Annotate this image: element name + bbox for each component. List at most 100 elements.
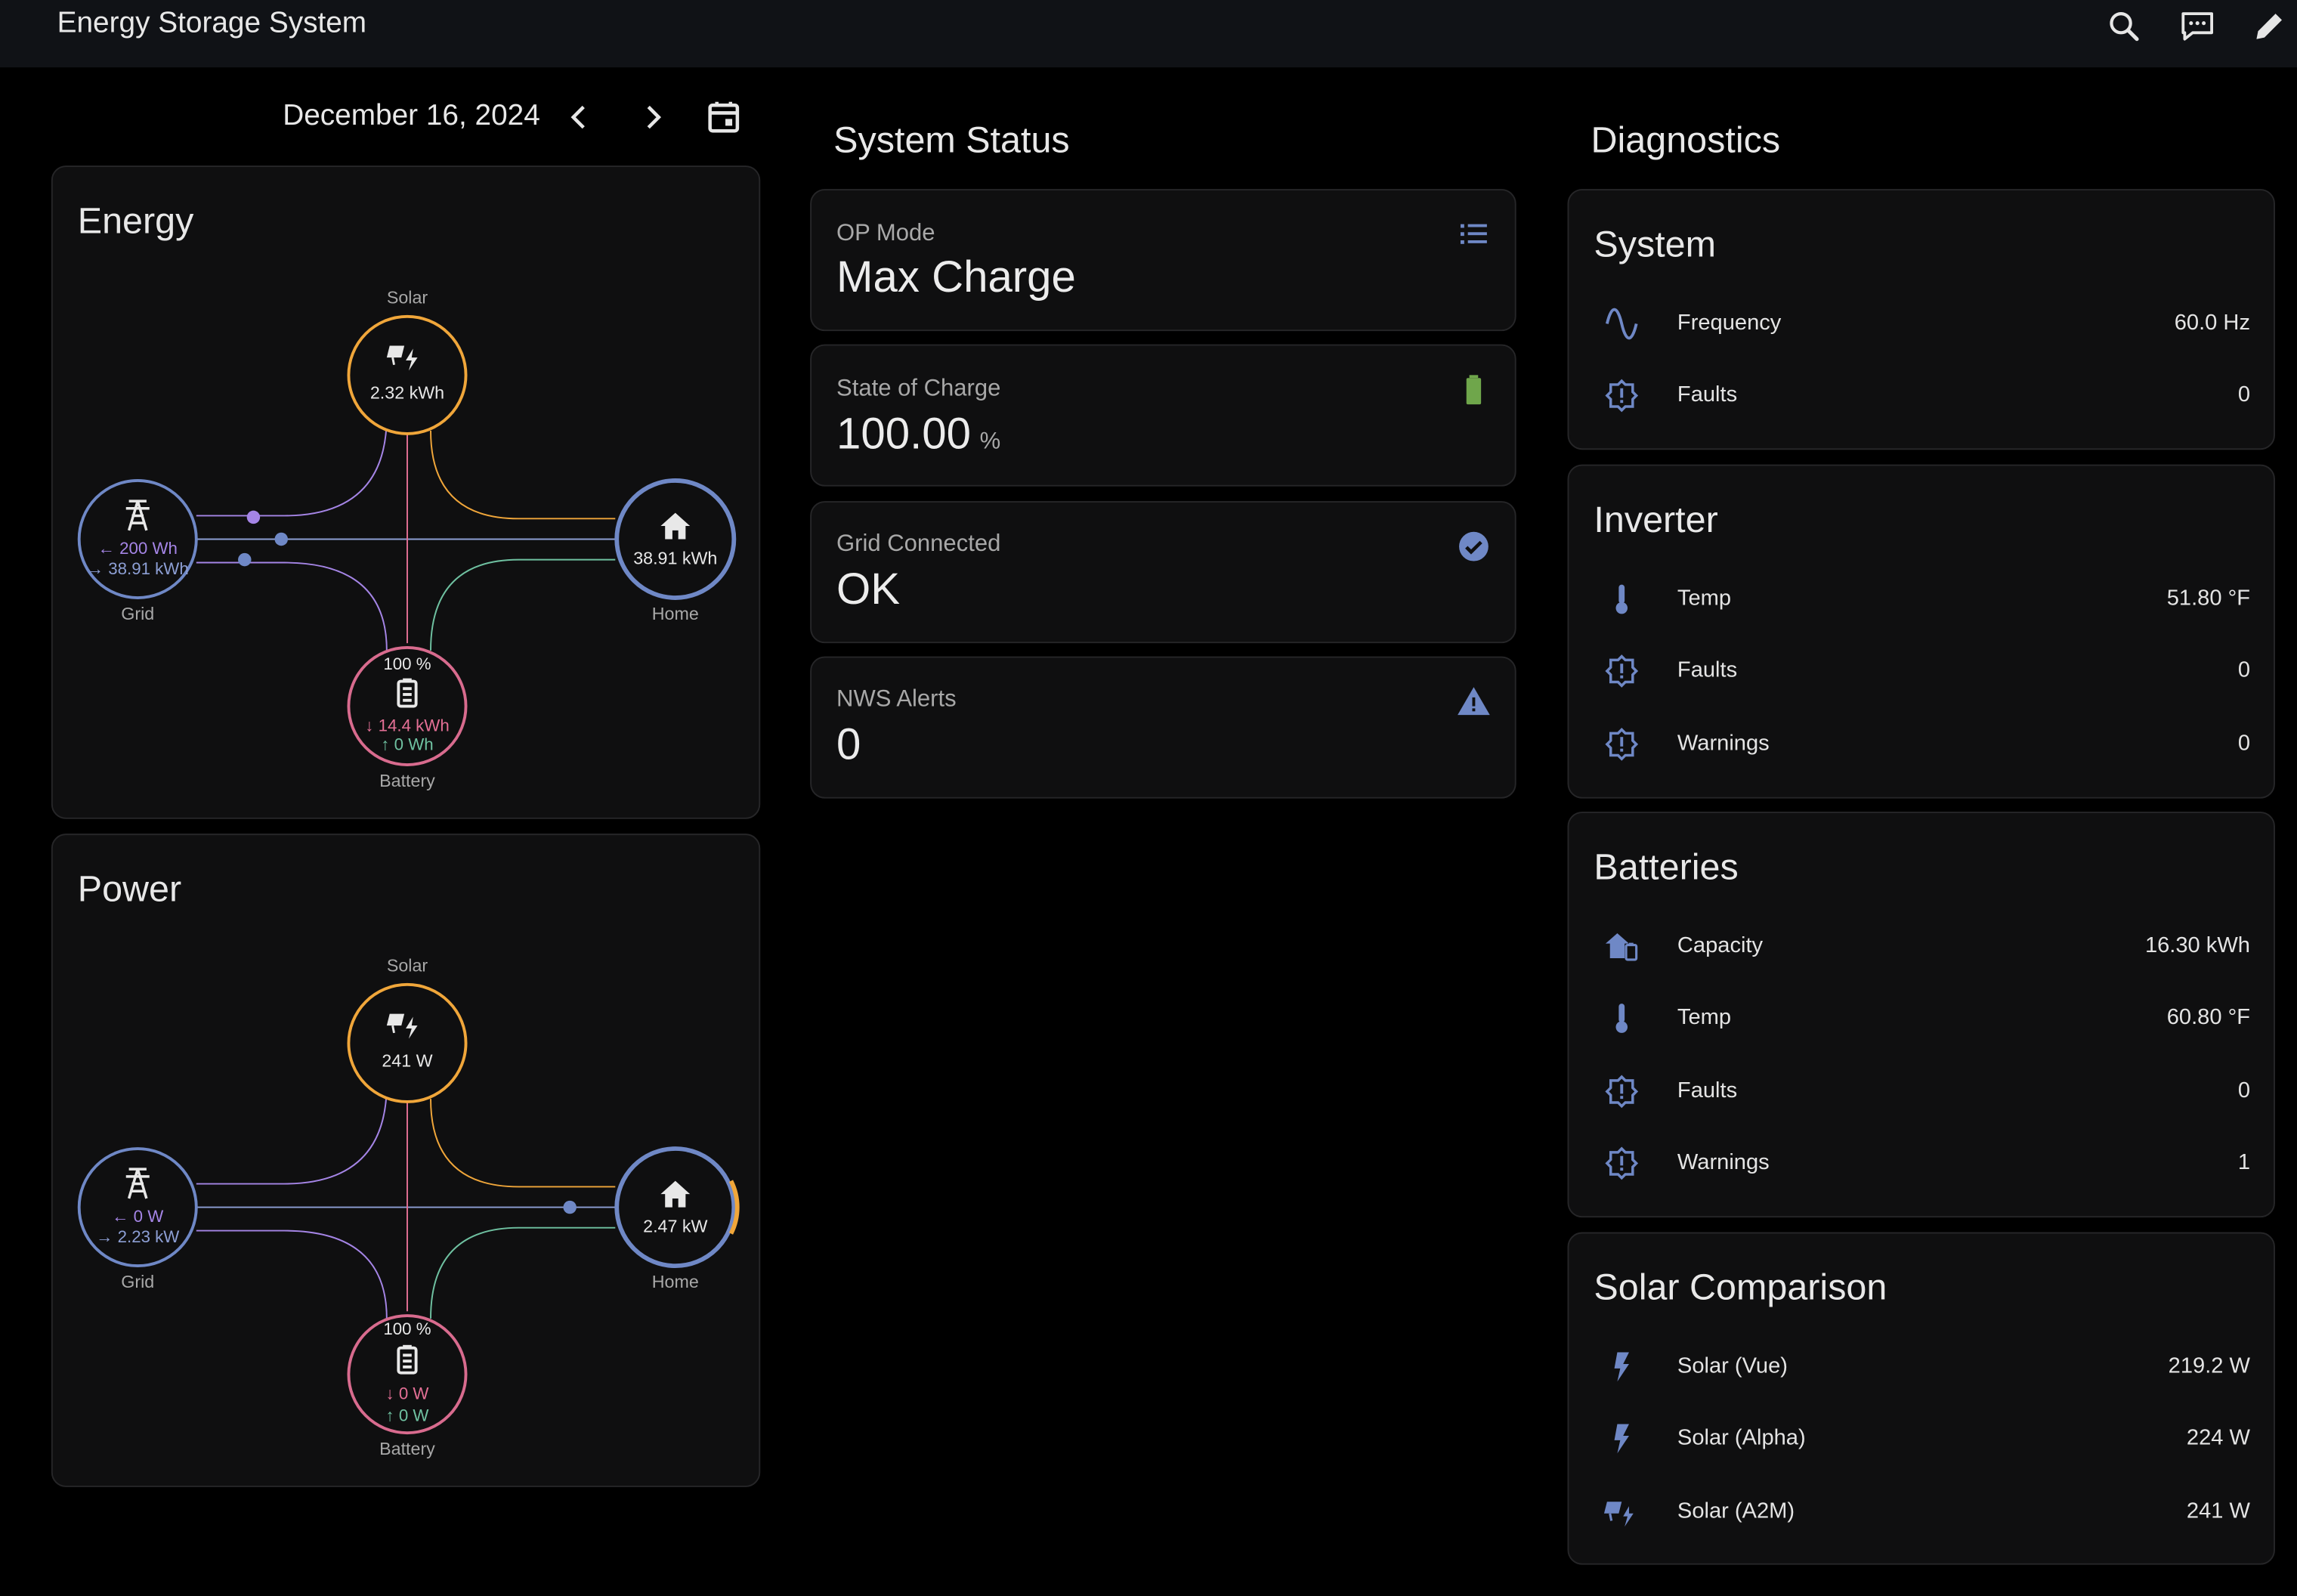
assist-chat-icon[interactable]: [2178, 8, 2216, 45]
solar-vue-row[interactable]: Solar (Vue) 219.2 W: [1569, 1338, 2274, 1396]
grid-out-value: → 38.91 kWh: [87, 559, 189, 578]
grid-connected-value: OK: [836, 565, 901, 614]
home-node[interactable]: [614, 1146, 737, 1269]
home-label: Home: [652, 1272, 699, 1291]
date-picker-bar: December 16, 2024: [283, 94, 751, 141]
next-day-button[interactable]: [632, 97, 672, 138]
thermometer-icon: [1604, 582, 1640, 617]
battery-in-value: ↓ 14.4 kWh: [365, 716, 449, 735]
battery-faults-row[interactable]: Faults 0: [1569, 1062, 2274, 1121]
alert-triangle-icon[interactable]: [1456, 684, 1492, 719]
flow-dot: [274, 532, 288, 546]
system-diagnostics-card: System Frequency 60.0 Hz Faults 0: [1567, 189, 2275, 450]
flow-dot: [238, 552, 252, 567]
battery-full-icon[interactable]: [1456, 372, 1492, 407]
alert-badge-icon: [1604, 727, 1640, 762]
energy-flow-diagram: Solar 2.32 kWh ← 200 Wh → 38.91 kWh Grid…: [77, 287, 737, 790]
grid-to-battery-line: [196, 1229, 388, 1319]
calendar-icon: [708, 101, 740, 133]
battery-faults-label: Faults: [1677, 1078, 1738, 1103]
chevron-right-icon: [647, 105, 662, 129]
home-label: Home: [652, 604, 699, 623]
op-mode-value: Max Charge: [836, 253, 1076, 302]
battery-label: Battery: [379, 1439, 435, 1458]
solar-comparison-card: Solar Comparison Solar (Vue) 219.2 W Sol…: [1567, 1232, 2275, 1565]
chevron-left-icon: [570, 105, 585, 129]
home-value: 2.47 kW: [643, 1217, 707, 1236]
inverter-temp-value: 51.80 °F: [2166, 586, 2250, 611]
battery-temp-row[interactable]: Temp 60.80 °F: [1569, 989, 2274, 1048]
solar-alpha-label: Solar (Alpha): [1677, 1425, 1806, 1451]
capacity-row[interactable]: Capacity 16.30 kWh: [1569, 917, 2274, 976]
solar-value: 241 W: [382, 1050, 432, 1070]
state-of-charge-label: State of Charge: [836, 376, 1001, 402]
power-flow-card: Power Solar 241 W ← 0 W → 2.23 kW Grid 2…: [51, 834, 761, 1487]
solar-node[interactable]: [347, 314, 468, 435]
previous-day-button[interactable]: [560, 97, 601, 138]
solar-comparison-title: Solar Comparison: [1594, 1267, 1887, 1309]
battery-faults-value: 0: [2237, 1078, 2250, 1103]
diagnostics-heading: Diagnostics: [1591, 119, 1781, 162]
battery-to-home-line: [430, 558, 616, 651]
capacity-value: 16.30 kWh: [2144, 933, 2250, 958]
top-app-bar: Energy Storage System: [0, 0, 2297, 68]
app-title: Energy Storage System: [57, 7, 367, 40]
system-status-heading: System Status: [833, 119, 1070, 162]
grid-connected-label: Grid Connected: [836, 531, 1001, 557]
solar-label: Solar: [387, 955, 428, 975]
inverter-faults-value: 0: [2237, 657, 2250, 683]
battery-temp-value: 60.80 °F: [2166, 1005, 2250, 1030]
solar-node[interactable]: [347, 982, 468, 1103]
battery-out-value: ↑ 0 Wh: [381, 735, 433, 754]
check-circle-icon[interactable]: [1456, 529, 1492, 564]
state-of-charge-card[interactable]: State of Charge 100.00%: [810, 344, 1516, 487]
lightning-icon: [1604, 1421, 1640, 1457]
date-label: December 16, 2024: [283, 99, 540, 132]
alert-badge-icon: [1604, 378, 1640, 413]
op-mode-card[interactable]: OP Mode Max Charge: [810, 189, 1516, 332]
solar-vue-value: 219.2 W: [2168, 1353, 2250, 1379]
solar-a2m-row[interactable]: Solar (A2M) 241 W: [1569, 1483, 2274, 1542]
system-card-title: System: [1594, 224, 1717, 265]
home-node[interactable]: [614, 478, 737, 600]
solar-a2m-label: Solar (A2M): [1677, 1499, 1795, 1524]
alert-badge-icon: [1604, 654, 1640, 689]
grid-connected-card[interactable]: Grid Connected OK: [810, 501, 1516, 644]
inverter-card-title: Inverter: [1594, 500, 1718, 541]
battery-temp-label: Temp: [1677, 1005, 1732, 1030]
grid-in-value: ← 0 W: [112, 1207, 163, 1226]
frequency-value: 60.0 Hz: [2174, 311, 2250, 336]
inverter-temp-label: Temp: [1677, 586, 1732, 611]
nws-alerts-card[interactable]: NWS Alerts 0: [810, 656, 1516, 799]
search-icon[interactable]: [2105, 8, 2143, 45]
state-of-charge-unit: %: [979, 429, 1001, 455]
edit-pencil-icon[interactable]: [2250, 8, 2288, 45]
inverter-warnings-value: 0: [2237, 731, 2250, 756]
system-faults-row[interactable]: Faults 0: [1569, 367, 2274, 425]
inverter-temp-row[interactable]: Temp 51.80 °F: [1569, 570, 2274, 629]
inverter-warnings-row[interactable]: Warnings 0: [1569, 715, 2274, 774]
calendar-button[interactable]: [703, 97, 744, 138]
nws-alerts-value: 0: [836, 720, 861, 769]
list-icon[interactable]: [1456, 217, 1492, 252]
flow-dot: [246, 510, 261, 524]
home-value: 38.91 kWh: [633, 548, 717, 568]
nws-alerts-label: NWS Alerts: [836, 687, 957, 713]
battery-warnings-row[interactable]: Warnings 1: [1569, 1134, 2274, 1193]
system-faults-value: 0: [2237, 382, 2250, 407]
inverter-warnings-label: Warnings: [1677, 731, 1770, 756]
thermometer-icon: [1604, 1001, 1640, 1036]
flow-dot: [563, 1200, 577, 1214]
inverter-diagnostics-card: Inverter Temp 51.80 °F Faults 0 Warnings…: [1567, 464, 2275, 799]
batteries-diagnostics-card: Batteries Capacity 16.30 kWh Temp 60.80 …: [1567, 812, 2275, 1218]
solar-to-home-line: [430, 431, 616, 520]
inverter-faults-row[interactable]: Faults 0: [1569, 642, 2274, 701]
solar-alpha-row[interactable]: Solar (Alpha) 224 W: [1569, 1409, 2274, 1468]
frequency-row[interactable]: Frequency 60.0 Hz: [1569, 295, 2274, 354]
system-faults-label: Faults: [1677, 382, 1738, 407]
battery-label: Battery: [379, 771, 435, 790]
battery-percent: 100 %: [383, 1319, 431, 1338]
sine-wave-icon: [1604, 306, 1640, 342]
power-flow-diagram: Solar 241 W ← 0 W → 2.23 kW Grid 2.47 kW…: [77, 955, 740, 1458]
grid-to-solar-line: [196, 416, 388, 517]
